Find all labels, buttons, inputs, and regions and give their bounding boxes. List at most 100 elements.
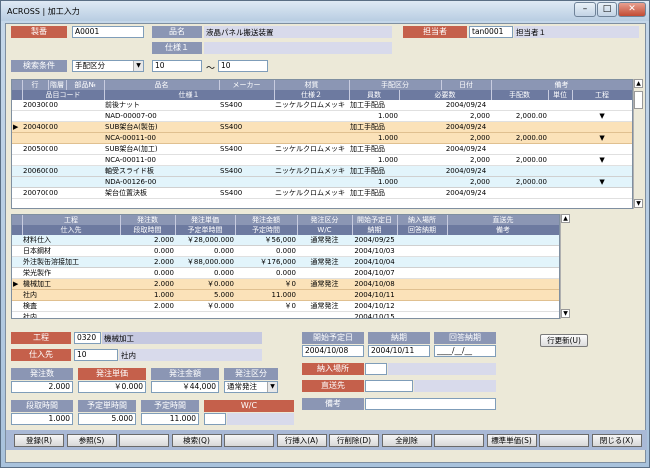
- cell-buhin[interactable]: [66, 121, 104, 133]
- function-key-10-button[interactable]: 標準単価(S): [486, 434, 537, 447]
- kotei-code-input[interactable]: 0320: [74, 332, 101, 344]
- process-grid-scrollbar[interactable]: ▲ ▼: [560, 214, 570, 319]
- cell-e[interactable]: [297, 289, 352, 301]
- chokuso-input[interactable]: [365, 380, 413, 392]
- cell-date[interactable]: 2004/09/24: [441, 121, 491, 133]
- cell-date[interactable]: 2004/09/24: [441, 187, 491, 199]
- cell-tehai[interactable]: 加工手配品: [349, 100, 441, 111]
- range-from-input[interactable]: 10: [152, 60, 202, 72]
- cell-e[interactable]: [297, 267, 352, 279]
- cell-g[interactable]: [397, 278, 447, 290]
- cell-c[interactable]: ￥0.000: [175, 278, 235, 290]
- scroll-up-icon[interactable]: ▲: [634, 79, 643, 88]
- range-to-input[interactable]: 10: [218, 60, 268, 72]
- cell-d[interactable]: ￥176,000: [235, 256, 297, 268]
- cell-b[interactable]: 2.000: [120, 235, 175, 246]
- cell-tehai[interactable]: 加工手配品: [349, 165, 441, 177]
- cell-d[interactable]: 0.000: [235, 267, 297, 279]
- chevron-down-icon[interactable]: ▼: [572, 132, 632, 144]
- cell-c[interactable]: ￥88,000.000: [175, 256, 235, 268]
- cell-zaishitsu[interactable]: [274, 121, 349, 133]
- cell-maker[interactable]: SS400: [219, 121, 274, 133]
- cell-hitsuyo[interactable]: 2,000: [399, 110, 491, 122]
- parts-row-sub[interactable]: NAD-00007-00 1.000 2,000 2,000.00 ▼: [12, 110, 632, 122]
- cell-a[interactable]: 社内: [22, 289, 120, 301]
- parts-grid-scrollbar[interactable]: ▲ ▼: [633, 79, 643, 209]
- yotei-tan-input[interactable]: 5.000: [78, 413, 136, 425]
- kaito-input[interactable]: ____/__/__: [434, 345, 496, 357]
- cell-hinmei[interactable]: SUB架台A(製缶): [104, 121, 219, 133]
- cell-d[interactable]: ￥56,000: [235, 235, 297, 246]
- cell-code[interactable]: NAD-00007-00: [104, 110, 274, 122]
- process-row[interactable]: 外注製缶溶接加工 2.000 ￥88,000.000 ￥176,000 通常発注 2004…: [12, 256, 559, 268]
- cell-g[interactable]: [397, 300, 447, 312]
- cell-g[interactable]: [397, 245, 447, 257]
- parts-row[interactable]: 200700 00 架台位置決板 SS400 ニッケルクロムメッキ 加工手配品 2004/0…: [12, 187, 632, 199]
- cell-date[interactable]: 2004/09/24: [441, 165, 491, 177]
- function-key-12-button[interactable]: 閉じる(X): [591, 434, 642, 447]
- process-row[interactable]: ▶ 機械加工 2.000 ￥0.000 ￥0 通常発注 2004/10/08: [12, 278, 559, 290]
- cell-kaiso[interactable]: 00: [48, 121, 66, 133]
- function-key-8-button[interactable]: 全削除: [381, 434, 432, 447]
- cell-code[interactable]: NDA-00126-00: [104, 176, 274, 188]
- process-row[interactable]: 社内 2004/10/15: [12, 311, 559, 318]
- kaishi-input[interactable]: 2004/10/08: [302, 345, 364, 357]
- chevron-down-icon[interactable]: ▼: [572, 176, 632, 188]
- wc-input[interactable]: [204, 413, 226, 425]
- cell-h[interactable]: [447, 235, 559, 246]
- process-row[interactable]: 検査 2.000 ￥0.000 ￥0 通常発注 2004/10/12: [12, 300, 559, 312]
- cell-h[interactable]: [447, 267, 559, 279]
- cell-kaiso[interactable]: 00: [48, 187, 66, 199]
- cell-a[interactable]: 検査: [22, 300, 120, 312]
- process-row[interactable]: 材料仕入 2.000 ￥28,000.000 ￥56,000 通常発注 2004/09/2…: [12, 235, 559, 246]
- biko-input[interactable]: [365, 398, 496, 410]
- cell-zaishitsu[interactable]: ニッケルクロムメッキ: [274, 187, 349, 199]
- cell-b[interactable]: 2.000: [120, 300, 175, 312]
- tanka-input[interactable]: ￥0.000: [78, 381, 146, 393]
- cell-gyo[interactable]: 200300: [22, 100, 48, 111]
- cell-c[interactable]: [175, 311, 235, 318]
- cell-biko[interactable]: [491, 100, 632, 111]
- chevron-down-icon[interactable]: ▼: [267, 382, 277, 392]
- cell-g[interactable]: [397, 267, 447, 279]
- minimize-button[interactable]: –: [574, 2, 596, 17]
- cell-a[interactable]: 社内: [22, 311, 120, 318]
- parts-row-sub[interactable]: [12, 198, 632, 208]
- cell-a[interactable]: 日本鋼材: [22, 245, 120, 257]
- chevron-down-icon[interactable]: ▼: [572, 110, 632, 122]
- cell-b[interactable]: 0.000: [120, 245, 175, 257]
- cell-f[interactable]: 2004/10/08: [352, 278, 397, 290]
- cell-hinmei[interactable]: 軸受スライド板: [104, 165, 219, 177]
- parts-row-sub[interactable]: NCA-00011-00 1.000 2,000 2,000.00 ▼: [12, 132, 632, 144]
- cell-a[interactable]: 栄光製作: [22, 267, 120, 279]
- chevron-down-icon[interactable]: ▼: [572, 154, 632, 166]
- row-update-button[interactable]: 行更新(U): [540, 334, 588, 347]
- cell-gyo[interactable]: 200700: [22, 187, 48, 199]
- seiban-input[interactable]: A0001: [72, 26, 144, 38]
- function-key-3-button[interactable]: [119, 434, 169, 447]
- cell-tehai[interactable]: 加工手配品: [349, 187, 441, 199]
- cell-g[interactable]: [397, 256, 447, 268]
- cell-b[interactable]: [120, 311, 175, 318]
- cell-e[interactable]: [297, 245, 352, 257]
- cell-hinmei[interactable]: SUB架台A(加工): [104, 143, 219, 155]
- cell-d[interactable]: 0.000: [235, 245, 297, 257]
- cell-biko[interactable]: [491, 121, 632, 133]
- function-key-11-button[interactable]: [539, 434, 589, 447]
- cell-insu[interactable]: 1.000: [349, 132, 399, 144]
- cell-f[interactable]: 2004/10/12: [352, 300, 397, 312]
- cell-e[interactable]: 通常発注: [297, 300, 352, 312]
- function-key-6-button[interactable]: 行挿入(A): [276, 434, 327, 447]
- cell-c[interactable]: 5.000: [175, 289, 235, 301]
- cell-e[interactable]: 通常発注: [297, 235, 352, 246]
- parts-row[interactable]: ▶ 200400 00 SUB架台A(製缶) SS400 加工手配品 2004/09/24: [12, 121, 632, 133]
- cell-g[interactable]: [397, 235, 447, 246]
- noki-input[interactable]: 2004/10/11: [368, 345, 430, 357]
- cell-kaiso[interactable]: 00: [48, 100, 66, 111]
- chevron-down-icon[interactable]: [572, 198, 632, 208]
- cell-h[interactable]: [447, 289, 559, 301]
- cell-f[interactable]: 2004/10/11: [352, 289, 397, 301]
- cell-biko[interactable]: [491, 187, 632, 199]
- cell-h[interactable]: [447, 300, 559, 312]
- cell-gyo[interactable]: 200500: [22, 143, 48, 155]
